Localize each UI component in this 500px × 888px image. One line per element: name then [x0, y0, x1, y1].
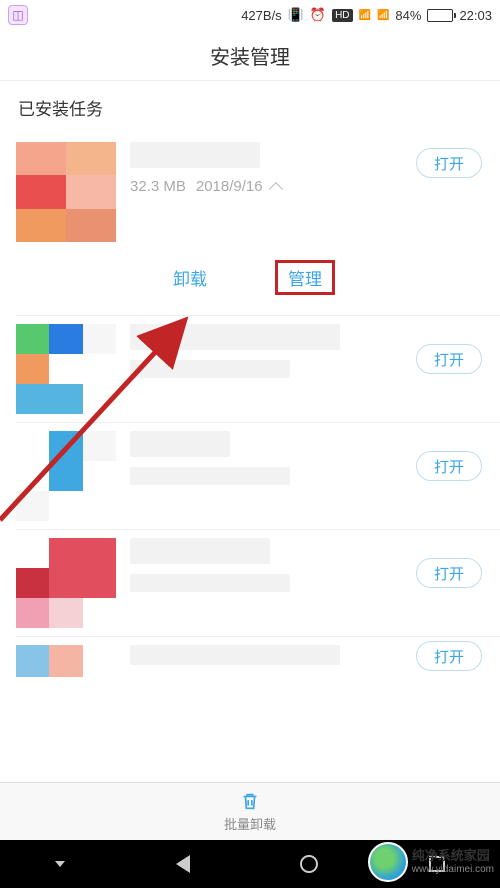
app-name-blurred: [130, 645, 340, 665]
page-title: 安装管理: [0, 30, 500, 80]
list-item[interactable]: 打开: [0, 316, 500, 422]
app-icon-thumb: [16, 324, 116, 414]
battery-icon: [427, 9, 453, 22]
open-button[interactable]: 打开: [416, 148, 482, 178]
app-name-blurred: [130, 142, 260, 168]
manage-link[interactable]: 管理: [275, 260, 335, 295]
app-icon-thumb: [16, 142, 116, 242]
recent-app-icon: ◫: [8, 5, 28, 25]
nav-menu-icon[interactable]: [55, 861, 65, 867]
app-icon-thumb: [16, 431, 116, 521]
battery-percent: 84%: [395, 8, 421, 23]
open-button[interactable]: 打开: [416, 558, 482, 588]
installed-apps-list: 32.3 MB 2018/9/16 打开 卸载 管理 打开 打开: [0, 130, 500, 677]
list-item[interactable]: 打开: [0, 637, 500, 677]
open-button[interactable]: 打开: [416, 451, 482, 481]
net-speed: 427B/s: [241, 8, 281, 23]
nav-home-button[interactable]: [300, 855, 318, 873]
app-date: 2018/9/16: [196, 178, 263, 195]
hd-badge: HD: [332, 9, 352, 22]
app-icon-thumb: [16, 538, 116, 628]
batch-uninstall-button[interactable]: 批量卸载: [0, 782, 500, 840]
chevron-up-icon[interactable]: [268, 182, 282, 196]
status-time: 22:03: [459, 8, 492, 23]
alarm-icon: ⏰: [310, 7, 326, 23]
app-icon-thumb: [16, 645, 116, 677]
nav-back-button[interactable]: [176, 855, 190, 873]
watermark-url: www.yidaimei.com: [412, 864, 494, 875]
signal-4g-icon: 📶: [377, 10, 389, 21]
app-name-blurred: [130, 538, 270, 564]
list-item[interactable]: 打开: [0, 530, 500, 636]
app-name-blurred: [130, 431, 230, 457]
watermark-logo-icon: [368, 842, 408, 882]
vibrate-icon: 📳: [288, 7, 304, 23]
batch-uninstall-label: 批量卸载: [224, 814, 276, 833]
app-size: 32.3 MB: [130, 178, 186, 195]
app-name-blurred: [130, 324, 340, 350]
list-item[interactable]: 32.3 MB 2018/9/16 打开: [0, 130, 500, 242]
list-item[interactable]: 打开: [0, 423, 500, 529]
uninstall-link[interactable]: 卸载: [165, 263, 215, 292]
section-header-installed: 已安装任务: [0, 80, 500, 130]
open-button[interactable]: 打开: [416, 641, 482, 671]
trash-icon: [239, 790, 261, 812]
open-button[interactable]: 打开: [416, 344, 482, 374]
signal-2g-icon: 📶: [359, 10, 371, 21]
watermark-title: 纯净系统家园: [412, 849, 494, 863]
watermark: 纯净系统家园 www.yidaimei.com: [368, 842, 494, 882]
status-bar: ◫ 427B/s 📳 ⏰ HD 📶 📶 84% 22:03: [0, 0, 500, 30]
expanded-actions-row: 卸载 管理: [0, 242, 500, 315]
